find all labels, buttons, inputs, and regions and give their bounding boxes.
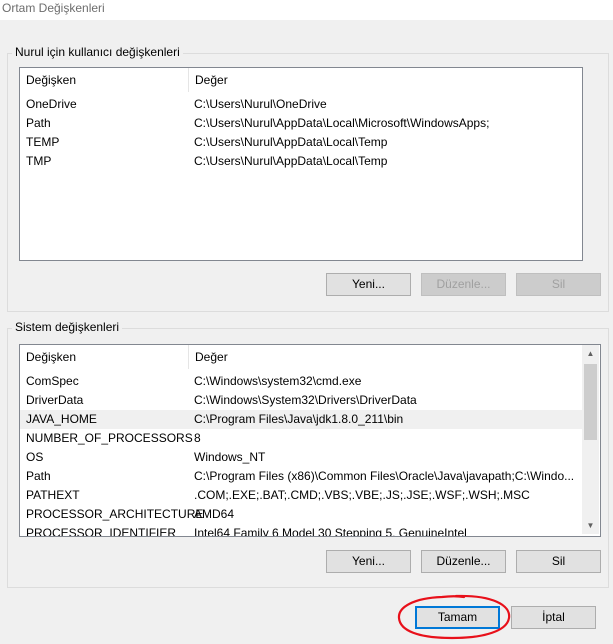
system-list-header: Değişken Değer <box>20 345 600 369</box>
variable-value: C:\Users\Nurul\AppData\Local\Temp <box>194 154 388 168</box>
variable-name: ComSpec <box>26 374 79 388</box>
variable-name: PROCESSOR_ARCHITECTURE <box>26 507 204 521</box>
variable-value: AMD64 <box>194 507 235 521</box>
system-variables-label: Sistem değişkenleri <box>12 320 123 334</box>
variable-value: C:\Windows\System32\Drivers\DriverData <box>194 393 417 407</box>
user-list-header: Değişken Değer <box>20 68 582 92</box>
system-variables-list[interactable]: Değişken Değer ComSpec C:\Windows\system… <box>19 344 601 537</box>
variable-value: .COM;.EXE;.BAT;.CMD;.VBS;.VBE;.JS;.JSE;.… <box>194 488 530 502</box>
vertical-scrollbar[interactable]: ▲ ▼ <box>582 345 599 534</box>
list-item[interactable]: OS Windows_NT <box>20 448 582 467</box>
system-edit-button[interactable]: Düzenle... <box>421 550 506 573</box>
variable-name: TMP <box>26 154 52 168</box>
variable-name: NUMBER_OF_PROCESSORS <box>26 431 193 445</box>
user-delete-button[interactable]: Sil <box>516 273 601 296</box>
window-title: Ortam Değişkenleri <box>2 1 105 15</box>
variable-value: C:\Program Files\Java\jdk1.8.0_211\bin <box>194 412 404 426</box>
list-item[interactable]: NUMBER_OF_PROCESSORS 8 <box>20 429 582 448</box>
user-new-button[interactable]: Yeni... <box>326 273 411 296</box>
user-edit-button[interactable]: Düzenle... <box>421 273 506 296</box>
variable-name: JAVA_HOME <box>26 412 97 426</box>
list-item[interactable]: ComSpec C:\Windows\system32\cmd.exe <box>20 372 582 391</box>
scrollbar-thumb[interactable] <box>584 364 597 440</box>
column-header-variable[interactable]: Değişken <box>20 68 189 92</box>
user-variables-label: Nurul için kullanıcı değişkenleri <box>12 45 183 59</box>
list-item[interactable]: PROCESSOR_ARCHITECTURE AMD64 <box>20 505 582 524</box>
list-item[interactable]: DriverData C:\Windows\System32\Drivers\D… <box>20 391 582 410</box>
list-item[interactable]: OneDrive C:\Users\Nurul\OneDrive <box>20 95 582 114</box>
title-bar: Ortam Değişkenleri <box>0 0 613 20</box>
list-item[interactable]: TMP C:\Users\Nurul\AppData\Local\Temp <box>20 152 582 171</box>
variable-value: C:\Users\Nurul\AppData\Local\Temp <box>194 135 388 149</box>
list-item[interactable]: PROCESSOR_IDENTIFIER Intel64 Family 6 Mo… <box>20 524 582 537</box>
system-delete-button[interactable]: Sil <box>516 550 601 573</box>
variable-value: 8 <box>194 431 201 445</box>
variable-value: C:\Windows\system32\cmd.exe <box>194 374 362 388</box>
column-header-value[interactable]: Değer <box>189 68 582 92</box>
variable-value: Windows_NT <box>194 450 266 464</box>
variable-name: PROCESSOR_IDENTIFIER <box>26 526 177 537</box>
variable-name: TEMP <box>26 135 60 149</box>
column-header-variable[interactable]: Değişken <box>20 345 189 369</box>
list-item[interactable]: Path C:\Program Files (x86)\Common Files… <box>20 467 582 486</box>
list-item[interactable]: Path C:\Users\Nurul\AppData\Local\Micros… <box>20 114 582 133</box>
variable-value: C:\Program Files (x86)\Common Files\Orac… <box>194 469 575 483</box>
column-header-value[interactable]: Değer <box>189 345 582 369</box>
scroll-down-arrow-icon[interactable]: ▼ <box>582 517 599 534</box>
variable-name: Path <box>26 469 51 483</box>
variable-value: Intel64 Family 6 Model 30 Stepping 5, Ge… <box>194 526 467 537</box>
variable-name: PATHEXT <box>26 488 80 502</box>
ok-button[interactable]: Tamam <box>415 606 500 629</box>
list-item[interactable]: PATHEXT .COM;.EXE;.BAT;.CMD;.VBS;.VBE;.J… <box>20 486 582 505</box>
variable-name: Path <box>26 116 51 130</box>
variable-name: DriverData <box>26 393 84 407</box>
system-new-button[interactable]: Yeni... <box>326 550 411 573</box>
scroll-up-arrow-icon[interactable]: ▲ <box>582 345 599 362</box>
list-item-selected[interactable]: JAVA_HOME C:\Program Files\Java\jdk1.8.0… <box>20 410 582 429</box>
cancel-button[interactable]: İptal <box>511 606 596 629</box>
variable-name: OneDrive <box>26 97 77 111</box>
user-variables-list[interactable]: Değişken Değer OneDrive C:\Users\Nurul\O… <box>19 67 583 261</box>
list-item[interactable]: TEMP C:\Users\Nurul\AppData\Local\Temp <box>20 133 582 152</box>
variable-value: C:\Users\Nurul\AppData\Local\Microsoft\W… <box>194 116 490 130</box>
variable-name: OS <box>26 450 44 464</box>
variable-value: C:\Users\Nurul\OneDrive <box>194 97 327 111</box>
